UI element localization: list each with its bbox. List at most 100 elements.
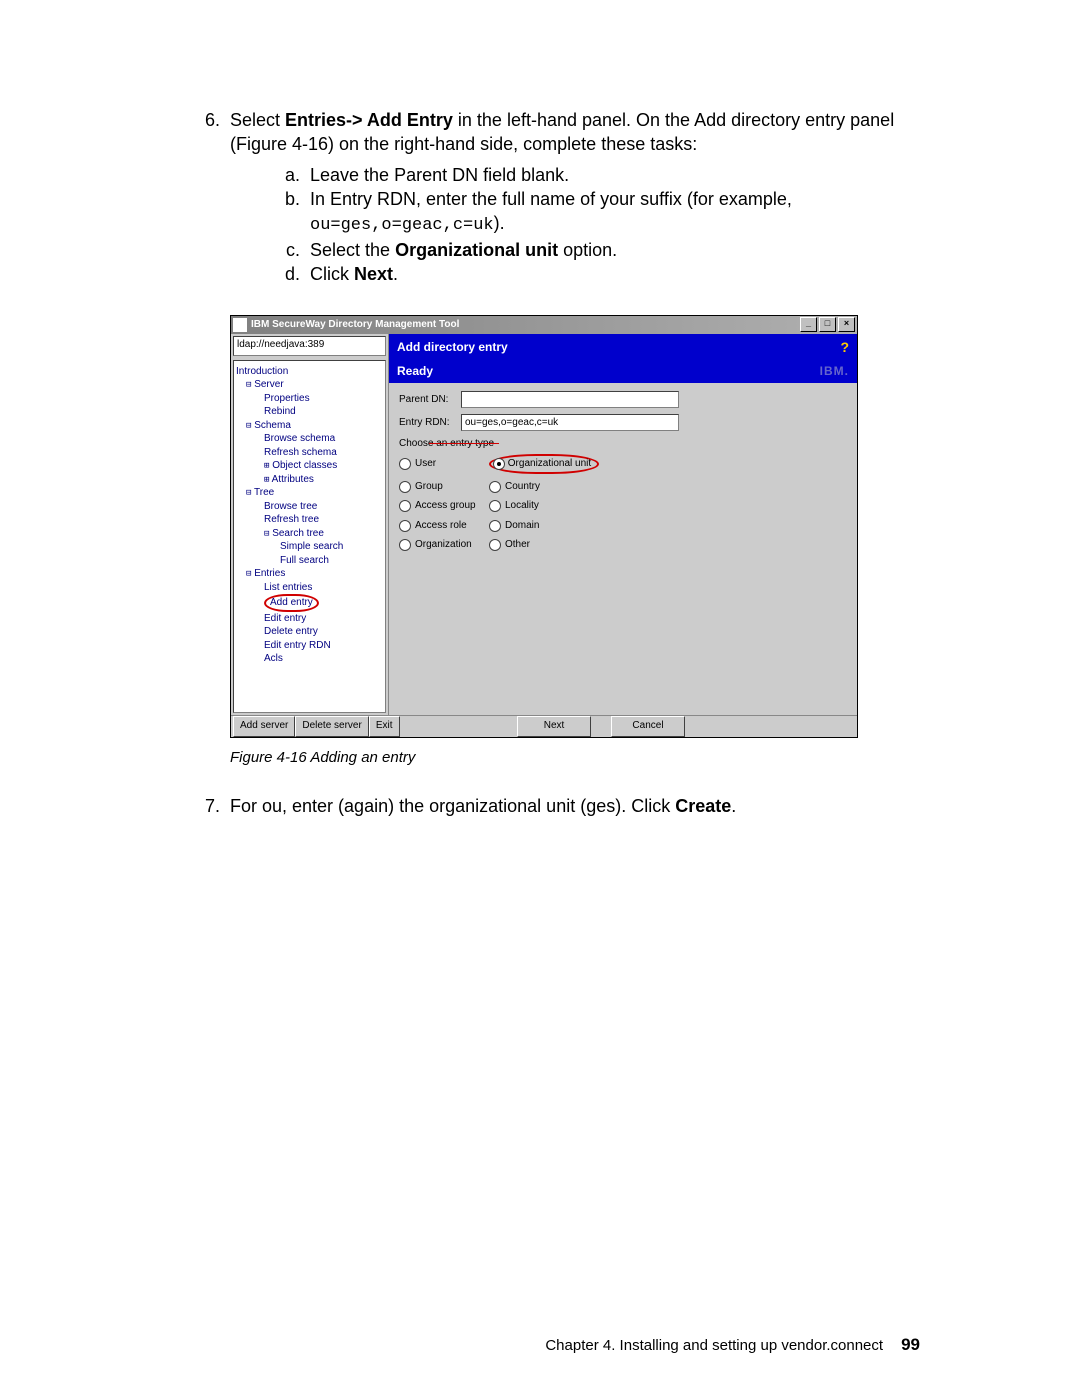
tree-simple-search[interactable]: Simple search (236, 540, 383, 554)
add-server-button[interactable]: Add server (233, 716, 295, 737)
tree-schema[interactable]: ⊟ Schema (236, 419, 383, 433)
row-entry-rdn: Entry RDN: ou=ges,o=geac,c=uk (399, 414, 847, 431)
page-footer: Chapter 4. Installing and setting up ven… (545, 1334, 920, 1357)
tree-edit-entry-rdn[interactable]: Edit entry RDN (236, 639, 383, 653)
step-7-body: For ou, enter (again) the organizational… (230, 794, 920, 818)
radio-icon (489, 500, 501, 512)
sub-letter: b. (230, 187, 310, 238)
collapse-icon: ⊟ (246, 380, 251, 390)
footer-page-number: 99 (901, 1334, 920, 1357)
next-button[interactable]: Next (517, 716, 591, 737)
label: User (415, 457, 436, 471)
label-entry-rdn: Entry RDN: (399, 416, 461, 430)
tree-list-entries[interactable]: List entries (236, 581, 383, 595)
tree-tree[interactable]: ⊟ Tree (236, 486, 383, 500)
tree-edit-entry[interactable]: Edit entry (236, 612, 383, 626)
tree-refresh-tree[interactable]: Refresh tree (236, 513, 383, 527)
radio-icon (399, 481, 411, 493)
step-6: 6. Select Entries-> Add Entry in the lef… (160, 108, 920, 782)
minimize-button[interactable]: _ (800, 317, 817, 332)
label: Entries (254, 568, 285, 579)
text: In Entry RDN, enter the full name of you… (310, 189, 792, 209)
tree-add-entry[interactable]: Add entry (236, 594, 383, 612)
text: Click (310, 264, 354, 284)
text: . (731, 796, 736, 816)
sub-letter: a. (230, 163, 310, 187)
tree-attributes[interactable]: ⊞ Attributes (236, 473, 383, 487)
tree-introduction[interactable]: Introduction (236, 365, 383, 379)
sub-a: a. Leave the Parent DN field blank. (230, 163, 920, 187)
tool-body: ldap://needjava:389 Introduction ⊟ Serve… (231, 334, 857, 715)
radio-group[interactable]: Group (399, 480, 489, 494)
label: Search tree (272, 528, 324, 539)
radio-organizational-unit[interactable]: Organizational unit (489, 454, 619, 474)
radio-other[interactable]: Other (489, 538, 619, 552)
input-entry-rdn[interactable]: ou=ges,o=geac,c=uk (461, 414, 679, 431)
tree-delete-entry[interactable]: Delete entry (236, 625, 383, 639)
label: Schema (254, 420, 291, 431)
bold-entries-add: Entries-> Add Entry (285, 110, 458, 130)
radio-access-group[interactable]: Access group (399, 499, 489, 513)
collapse-icon: ⊟ (246, 421, 251, 431)
step-number: 7. (160, 794, 230, 818)
help-icon[interactable]: ? (840, 338, 849, 357)
exit-button[interactable]: Exit (369, 716, 400, 737)
tree-browse-schema[interactable]: Browse schema (236, 432, 383, 446)
panel-title: Add directory entry (397, 339, 508, 355)
label: Tree (254, 487, 274, 498)
tree-full-search[interactable]: Full search (236, 554, 383, 568)
radio-icon (489, 481, 501, 493)
panel-status-bar: Ready IBM. (389, 361, 857, 383)
figure-caption: Figure 4-16 Adding an entry (230, 748, 920, 768)
tree-browse-tree[interactable]: Browse tree (236, 500, 383, 514)
sub-letter: c. (230, 238, 310, 262)
left-panel: ldap://needjava:389 Introduction ⊟ Serve… (231, 334, 389, 715)
label: Other (505, 538, 530, 552)
tree-rebind[interactable]: Rebind (236, 405, 383, 419)
radio-domain[interactable]: Domain (489, 519, 619, 533)
annotation-circle: Organizational unit (489, 454, 599, 474)
step-number: 6. (160, 108, 230, 782)
text: For ou, enter (again) the organizational… (230, 796, 675, 816)
tree-server[interactable]: ⊟ Server (236, 378, 383, 392)
collapse-icon: ⊟ (246, 569, 251, 579)
radio-access-role[interactable]: Access role (399, 519, 489, 533)
text: (Figure 4-16) on the right-hand side, co… (230, 134, 697, 154)
navigation-tree: Introduction ⊟ Server Properties Rebind … (233, 360, 386, 713)
radio-locality[interactable]: Locality (489, 499, 619, 513)
expand-icon: ⊞ (264, 461, 269, 471)
label: Add entry (270, 597, 313, 608)
right-panel: Add directory entry ? Ready IBM. Parent … (389, 334, 857, 715)
input-parent-dn[interactable] (461, 391, 679, 408)
close-button[interactable]: × (838, 317, 855, 332)
label: Organizational unit (508, 458, 591, 469)
entry-type-radios: User Organizational unit Group Country (399, 454, 847, 552)
step-6-body: Select Entries-> Add Entry in the left-h… (230, 108, 920, 782)
radio-icon (493, 458, 505, 470)
radio-country[interactable]: Country (489, 480, 619, 494)
row-parent-dn: Parent DN: (399, 391, 847, 408)
ldap-url-field[interactable]: ldap://needjava:389 (233, 336, 386, 356)
label: Locality (505, 499, 539, 513)
bold-next: Next (354, 264, 393, 284)
cancel-button[interactable]: Cancel (611, 716, 685, 737)
maximize-button[interactable]: □ (819, 317, 836, 332)
footer-chapter: Chapter 4. Installing and setting up ven… (545, 1336, 883, 1356)
step-7: 7. For ou, enter (again) the organizatio… (160, 794, 920, 818)
label: Country (505, 480, 540, 494)
radio-organization[interactable]: Organization (399, 538, 489, 552)
tree-object-classes[interactable]: ⊞ Object classes (236, 459, 383, 473)
tree-search-tree[interactable]: ⊟ Search tree (236, 527, 383, 541)
window-title-bar: IBM SecureWay Directory Management Tool … (231, 316, 857, 334)
tree-refresh-schema[interactable]: Refresh schema (236, 446, 383, 460)
text: . (393, 264, 398, 284)
tree-acls[interactable]: Acls (236, 652, 383, 666)
panel-header: Add directory entry ? (389, 334, 857, 361)
tree-properties[interactable]: Properties (236, 392, 383, 406)
radio-user[interactable]: User (399, 454, 489, 474)
tree-entries[interactable]: ⊟ Entries (236, 567, 383, 581)
radio-icon (399, 458, 411, 470)
step-6-sublist: a. Leave the Parent DN field blank. b. I… (230, 163, 920, 287)
delete-server-button[interactable]: Delete server (295, 716, 368, 737)
sub-a-text: Leave the Parent DN field blank. (310, 163, 920, 187)
